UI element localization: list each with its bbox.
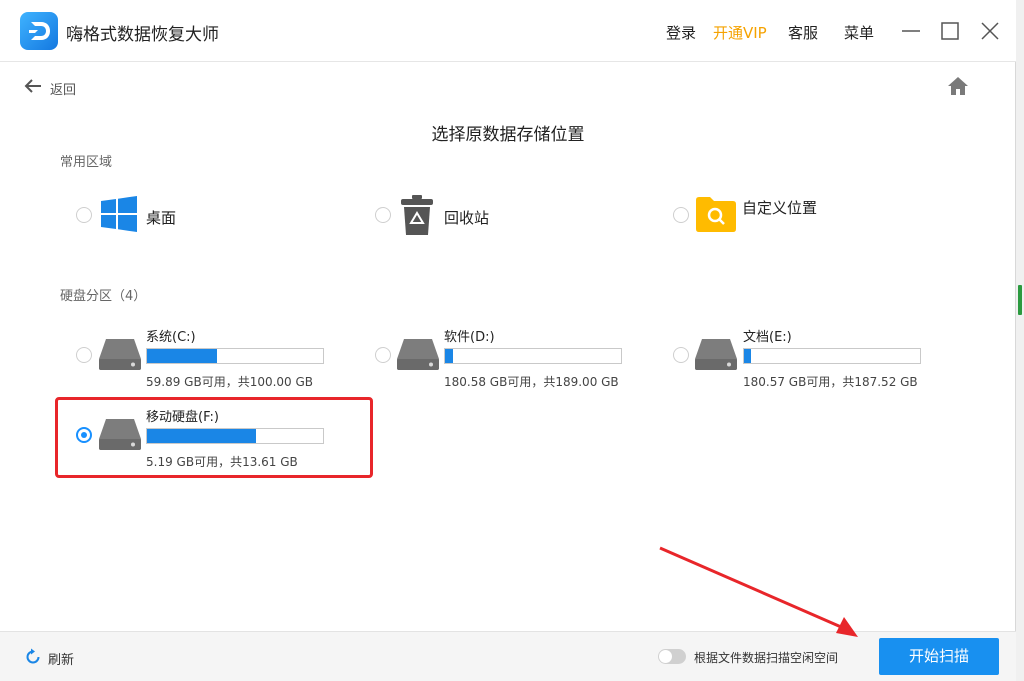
title-bar: 嗨格式数据恢复大师 登录 开通VIP 客服 菜单 (0, 0, 1016, 62)
footer-bar: 刷新 根据文件数据扫描空闲空间 开始扫描 (0, 631, 1016, 681)
radio-recycle-bin[interactable] (375, 207, 391, 223)
menu-link[interactable]: 菜单 (844, 22, 874, 43)
maximize-button[interactable] (937, 18, 963, 44)
support-link[interactable]: 客服 (788, 22, 818, 43)
free-space-scan-label: 根据文件数据扫描空闲空间 (694, 651, 839, 665)
radio-custom-location[interactable] (673, 207, 689, 223)
vip-link[interactable]: 开通VIP (713, 22, 767, 43)
maximize-icon (941, 22, 959, 40)
disk-e-usage-fill (744, 349, 751, 363)
recycle-bin-label[interactable]: 回收站 (444, 207, 489, 228)
recycle-bin-icon (401, 195, 433, 235)
scrollbar-thumb[interactable] (1018, 285, 1022, 315)
desktop-label[interactable]: 桌面 (146, 207, 176, 228)
back-label: 返回 (50, 83, 77, 98)
disk-d-capacity: 180.58 GB可用，共189.00 GB (444, 375, 619, 389)
free-space-scan-toggle[interactable] (658, 649, 686, 664)
login-link[interactable]: 登录 (666, 22, 696, 43)
refresh-icon (26, 648, 40, 664)
minimize-button[interactable] (898, 18, 924, 44)
hard-drive-icon (695, 339, 737, 370)
disk-f-capacity: 5.19 GB可用，共13.61 GB (146, 455, 298, 469)
radio-disk-e[interactable] (673, 347, 689, 363)
home-icon (948, 77, 968, 95)
minimize-icon (902, 30, 920, 32)
scrollbar[interactable] (1016, 0, 1024, 681)
windows-icon (101, 196, 137, 232)
app-window: 嗨格式数据恢复大师 登录 开通VIP 客服 菜单 返回 选择原数据存储位置 常用… (0, 0, 1016, 681)
page-title: 选择原数据存储位置 (431, 125, 585, 145)
disk-d-name: 软件(D:) (444, 330, 495, 345)
start-scan-button[interactable]: 开始扫描 (879, 638, 999, 675)
custom-location-label[interactable]: 自定义位置 (742, 197, 817, 218)
disk-e-capacity: 180.57 GB可用，共187.52 GB (743, 375, 918, 389)
hard-drive-icon (99, 419, 141, 450)
disk-c-name: 系统(C:) (146, 330, 196, 345)
radio-disk-c[interactable] (76, 347, 92, 363)
disk-c-usage-fill (147, 349, 218, 363)
common-area-label: 常用区域 (60, 155, 113, 170)
radio-disk-f[interactable] (76, 427, 92, 443)
hard-drive-icon (99, 339, 141, 370)
refresh-label: 刷新 (48, 653, 75, 668)
disk-c-usage-bar (146, 348, 324, 364)
close-icon (981, 22, 999, 40)
toggle-knob (659, 650, 672, 663)
disk-partitions-label: 硬盘分区（4） (60, 289, 147, 304)
disk-c-capacity: 59.89 GB可用，共100.00 GB (146, 375, 314, 389)
disk-d-usage-bar (444, 348, 622, 364)
disk-d-usage-fill (445, 349, 453, 363)
disk-e-name: 文档(E:) (743, 330, 792, 345)
radio-disk-d[interactable] (375, 347, 391, 363)
disk-f-usage-bar (146, 428, 324, 444)
home-button[interactable] (946, 74, 970, 98)
app-title: 嗨格式数据恢复大师 (66, 25, 219, 45)
disk-e-usage-bar (743, 348, 921, 364)
folder-search-icon (696, 197, 736, 232)
disk-f-usage-fill (147, 429, 257, 443)
disk-f-name: 移动硬盘(F:) (146, 410, 219, 425)
hard-drive-icon (397, 339, 439, 370)
arrow-left-icon (24, 79, 41, 93)
radio-desktop[interactable] (76, 207, 92, 223)
app-logo-icon (20, 12, 58, 50)
close-button[interactable] (977, 18, 1003, 44)
